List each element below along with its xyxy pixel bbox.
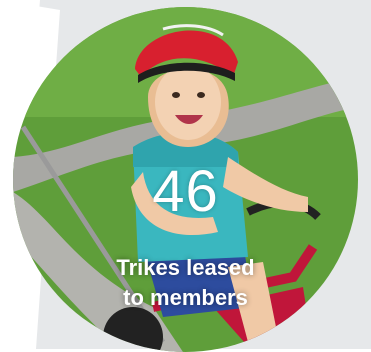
face [155, 64, 221, 140]
profile-photo [13, 7, 358, 352]
